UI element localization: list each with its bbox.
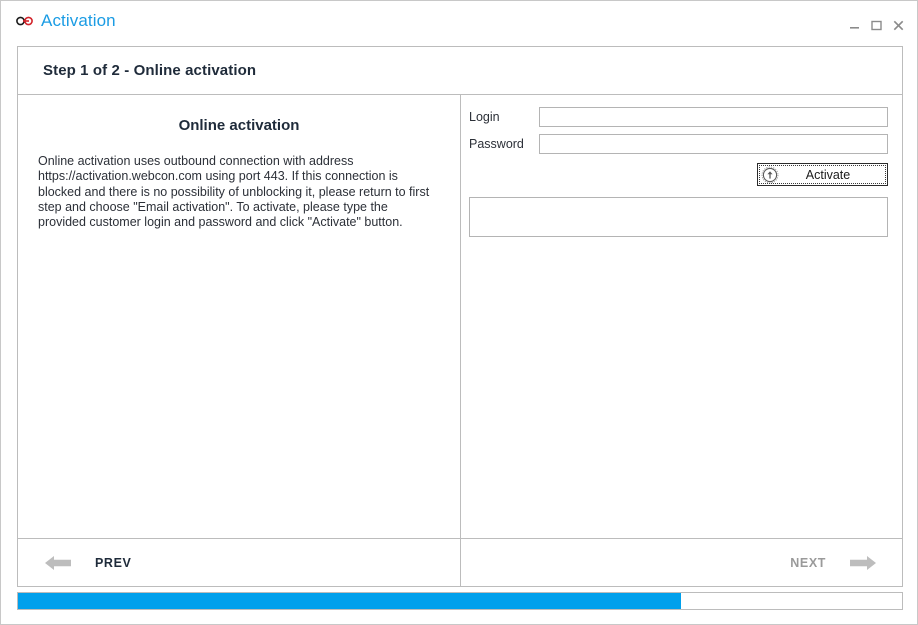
close-icon — [893, 20, 903, 30]
info-body-text: Online activation uses outbound connecti… — [38, 154, 430, 230]
step-header: Step 1 of 2 - Online activation — [18, 47, 902, 95]
title-bar: Activation — [1, 1, 917, 40]
right-form-pane: Login Password Activate — [461, 95, 902, 538]
prev-label: PREV — [95, 555, 132, 570]
progress-bar-fill — [18, 593, 681, 609]
activate-button-label: Activate — [805, 167, 851, 182]
login-label: Login — [469, 110, 500, 124]
window-title: Activation — [41, 11, 116, 30]
password-row: Password — [469, 134, 888, 154]
status-message-box — [469, 197, 888, 237]
minimize-button[interactable] — [843, 15, 865, 35]
activate-button-row: Activate — [469, 163, 888, 186]
arrow-right-icon — [850, 555, 876, 570]
login-input[interactable] — [539, 107, 888, 127]
left-info-pane: Online activation Online activation uses… — [18, 95, 461, 538]
progress-bar-track — [17, 592, 903, 610]
next-button[interactable]: NEXT — [461, 539, 902, 586]
arrow-left-icon — [45, 555, 71, 570]
next-label: NEXT — [790, 555, 826, 570]
close-button[interactable] — [887, 15, 909, 35]
wizard-body: Online activation Online activation uses… — [18, 95, 902, 539]
wizard-footer: PREV NEXT — [18, 539, 902, 586]
info-heading: Online activation — [178, 117, 300, 134]
maximize-icon — [870, 20, 882, 30]
activation-window: Activation Step 1 of 2 - Online activati… — [0, 0, 918, 625]
activate-button[interactable]: Activate — [757, 163, 888, 186]
prev-button[interactable]: PREV — [18, 539, 461, 586]
maximize-button[interactable] — [865, 15, 887, 35]
step-title: Step 1 of 2 - Online activation — [43, 62, 257, 79]
window-controls — [843, 15, 909, 35]
login-row: Login — [469, 107, 888, 127]
minimize-icon — [849, 26, 859, 29]
activate-arrow-up-circle-icon — [761, 166, 779, 183]
password-input[interactable] — [539, 134, 888, 154]
wizard-card: Step 1 of 2 - Online activation Online a… — [17, 46, 903, 587]
password-label: Password — [469, 137, 524, 151]
link-chain-icon — [16, 16, 33, 25]
